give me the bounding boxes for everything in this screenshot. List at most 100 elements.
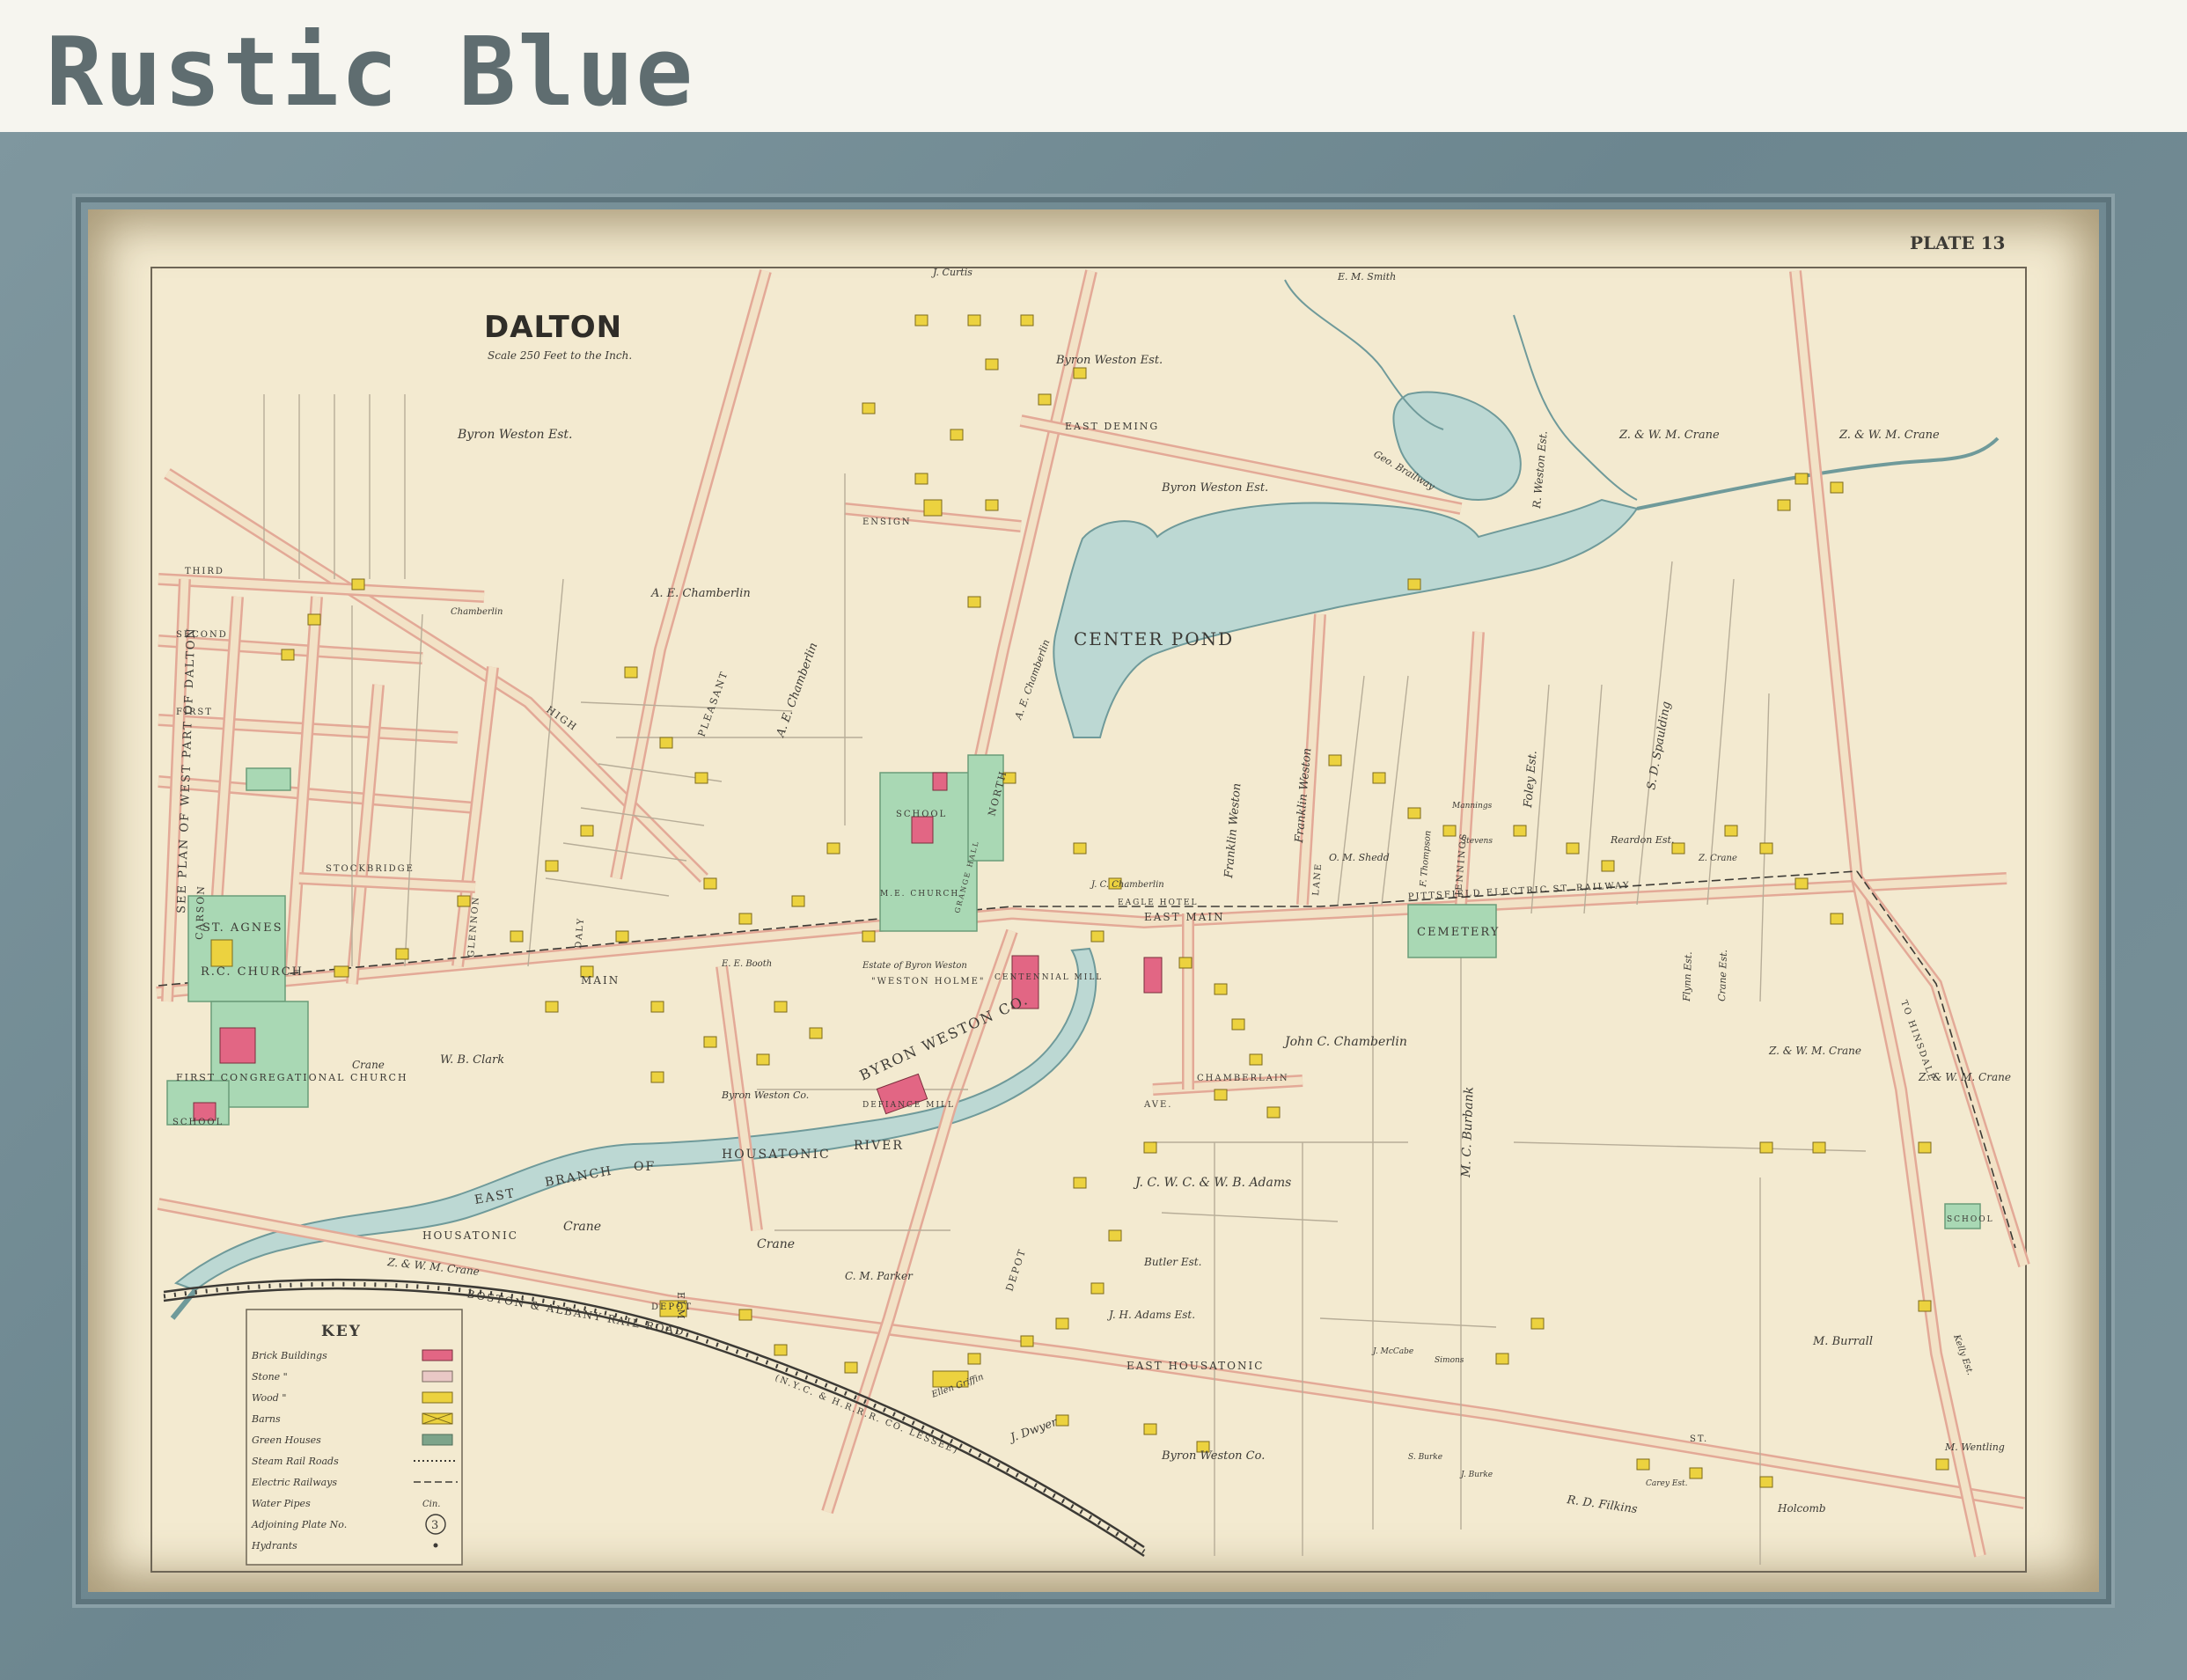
street-main: MAIN (581, 974, 620, 987)
owner-label: J. Dwyer (1006, 1415, 1060, 1445)
owner-label: Mannings (1451, 802, 1493, 811)
owner-label: Z. & W. M. Crane (1838, 429, 1940, 442)
owner-label: Chamberlin (451, 607, 503, 617)
owner-label: S. D. Spaulding (1645, 701, 1673, 791)
label-school-north: SCHOOL (896, 810, 947, 819)
label-first-congregational: FIRST CONGREGATIONAL CHURCH (176, 1072, 408, 1083)
label-me-church: M.E. CHURCH (880, 890, 959, 899)
street-lane: LANE (1311, 862, 1324, 897)
owner-label: Kelly Est. (1951, 1332, 1975, 1376)
key-label-adjoining-plate: Adjoining Plate No. (251, 1519, 347, 1530)
street-second: SECOND (176, 630, 228, 640)
owner-label: Foley Est. (1522, 750, 1540, 809)
street-depot: DEPOT (1003, 1247, 1028, 1293)
street-daly: DALY (574, 917, 586, 950)
key-label-greenhouses: Green Houses (252, 1434, 321, 1446)
owner-label: Z. & W. M. Crane (1768, 1045, 1861, 1057)
owner-label: Stevens (1461, 837, 1493, 846)
owner-label: J. McCabe (1371, 1347, 1413, 1356)
owner-label: R. Weston Est. (1530, 430, 1550, 510)
street-stockbridge: STOCKBRIDGE (326, 864, 415, 874)
label-center-pond: CENTER POND (1074, 628, 1234, 649)
owner-label: A. E. Chamberlin (774, 641, 820, 739)
key-note-adjoining-plate: 3 (431, 1519, 438, 1532)
center-pond (1053, 498, 1639, 738)
owner-label: A. E. Chamberlin (1012, 638, 1052, 722)
map-scale: Scale 250 Feet to the Inch. (488, 349, 632, 362)
key-swatch-wood (422, 1391, 453, 1404)
label-river-of: OF (634, 1160, 656, 1174)
label-river-housatonic: HOUSATONIC (722, 1148, 831, 1162)
label-byron-weston-co: BYRON WESTON CO. (857, 991, 1031, 1084)
key-label-barns: Barns (251, 1413, 281, 1425)
owner-label: Crane (757, 1237, 795, 1251)
key-label-steam-railroads: Steam Rail Roads (252, 1456, 339, 1467)
key-label-stone: Stone " (252, 1371, 288, 1383)
owner-label: Franklin Weston (1222, 782, 1244, 879)
owner-label: Byron Weston Est. (1055, 354, 1163, 367)
key-label-water-pipes: Water Pipes (252, 1498, 311, 1509)
owner-label: A. E. Chamberlin (650, 587, 751, 600)
owner-label: J. C. W. C. & W. B. Adams (1133, 1176, 1291, 1190)
street-third: THIRD (185, 567, 224, 576)
owner-label: C. M. Parker (845, 1270, 914, 1282)
label-river-river: RIVER (854, 1139, 904, 1153)
key-title: KEY (321, 1323, 362, 1340)
owner-label: W. B. Clark (440, 1053, 504, 1067)
street-east-main: EAST MAIN (1144, 911, 1225, 923)
label-centennial-mill: CENTENNIAL MILL (994, 973, 1103, 982)
street-east-housatonic: EAST HOUSATONIC (1127, 1360, 1264, 1372)
label-school-east: SCHOOL (1947, 1215, 1994, 1224)
owner-label: Flynn Est. (1681, 951, 1694, 1002)
owner-label: J. H. Adams Est. (1106, 1309, 1195, 1321)
street-pleasant: PLEASANT (696, 669, 730, 738)
owner-label: J. C. Chamberlin (1090, 880, 1164, 890)
label-defiance-mill: DEFIANCE MILL (862, 1101, 955, 1110)
owner-label: John C. Chamberlin (1282, 1035, 1407, 1049)
owner-label: Holcomb (1777, 1502, 1826, 1515)
street-housatonic: HOUSATONIC (422, 1229, 518, 1242)
key-swatch-greenhouses (422, 1434, 453, 1446)
label-eagle-hotel: EAGLE HOTEL (1118, 899, 1198, 907)
map-title: DALTON (484, 310, 622, 345)
street-chamberlain: CHAMBERLAIN (1197, 1074, 1289, 1083)
owner-label: Carey Est. (1646, 1479, 1688, 1488)
plate-number: PLATE 13 (1910, 232, 2005, 253)
owner-label: Butler Est. (1143, 1256, 1201, 1268)
street-ave: AVE. (1143, 1100, 1172, 1110)
owner-label: Z. & W. M. Crane (1618, 429, 1720, 442)
owner-label: J. Burke (1459, 1471, 1493, 1479)
owner-label: E. E. Booth (721, 959, 772, 969)
owner-label: Reardon Est. (1610, 834, 1674, 846)
label-school-west: SCHOOL (172, 1118, 224, 1127)
key-label-wood: Wood " (252, 1392, 286, 1404)
owner-label: Byron Weston Co. (1161, 1449, 1265, 1463)
owner-label: Byron Weston Est. (457, 428, 573, 442)
owner-label: Estate of Byron Weston (862, 961, 967, 971)
green-areas (166, 754, 1981, 1229)
owner-label: Crane (352, 1059, 385, 1071)
owner-label: J. Curtis (931, 267, 972, 278)
map-key: KEY Brick Buildings Stone " Wood " Barns… (246, 1309, 463, 1566)
street-ensign: ENSIGN (862, 517, 912, 527)
key-note-water-pipes: Cin. (422, 1500, 440, 1509)
frame-style-title: Rustic Blue (46, 18, 695, 128)
title-bar: Rustic Blue (0, 0, 2187, 132)
owner-label: M. C. Burbank (1459, 1086, 1477, 1178)
street-st: ST. (1690, 1434, 1708, 1444)
map-sheet: DALTON Scale 250 Feet to the Inch. PLATE… (88, 209, 2099, 1592)
label-st-agnes: ST. AGNES (202, 921, 283, 935)
owner-label: M. Burrall (1812, 1335, 1873, 1348)
owner-label: Crane Est. (1716, 950, 1729, 1001)
key-swatch-hydrant (433, 1543, 438, 1548)
owner-label: F. Thompson (1419, 830, 1434, 888)
street-east-deming: EAST DEMING (1065, 421, 1159, 432)
owner-label: E. M. Smith (1337, 271, 1396, 282)
owner-label: Byron Weston Est. (1161, 481, 1268, 495)
owner-label: Z. Crane (1698, 854, 1737, 863)
key-label-brick: Brick Buildings (251, 1350, 327, 1361)
owner-label: O. M. Shedd (1329, 852, 1390, 863)
label-cemetery: CEMETERY (1417, 926, 1500, 939)
owner-label: S. Burke (1408, 1453, 1442, 1462)
owner-label: M. Wentling (1944, 1442, 2005, 1453)
